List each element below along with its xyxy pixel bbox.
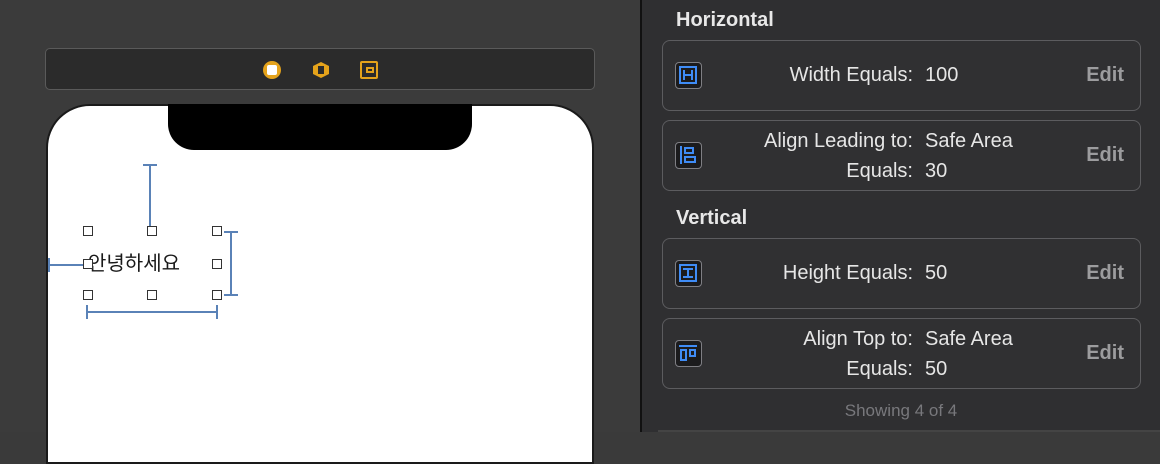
selected-label[interactable]: 안녕하세요 bbox=[88, 250, 220, 278]
edit-height-button[interactable]: Edit bbox=[1086, 262, 1124, 285]
width-constraint-cap-right bbox=[216, 305, 218, 319]
constraint-label: Align Top to: bbox=[803, 328, 913, 350]
device-notch bbox=[168, 104, 472, 150]
constraint-card-top[interactable]: Align Top to: Safe Area Equals: 50 Edit bbox=[662, 318, 1141, 389]
resize-handle-left[interactable] bbox=[83, 259, 93, 269]
constraint-value: 50 bbox=[925, 262, 948, 284]
resize-handle-top-left[interactable] bbox=[83, 226, 93, 236]
resize-handle-top-right[interactable] bbox=[212, 226, 222, 236]
first-responder-icon[interactable] bbox=[312, 61, 330, 79]
vertical-section-title: Vertical bbox=[676, 207, 748, 229]
view-controller-icon[interactable] bbox=[263, 61, 281, 79]
constraint-card-height[interactable]: Height Equals: 50 Edit bbox=[662, 238, 1141, 309]
constraints-count: Showing 4 of 4 bbox=[844, 401, 958, 420]
constraint-label: Width Equals: bbox=[789, 64, 913, 86]
leading-constraint-cap bbox=[48, 258, 50, 272]
resize-handle-bottom[interactable] bbox=[147, 290, 157, 300]
exit-icon[interactable] bbox=[360, 61, 378, 79]
width-constraint-line[interactable] bbox=[87, 311, 217, 313]
resize-handle-bottom-right[interactable] bbox=[212, 290, 222, 300]
leading-constraint-line[interactable] bbox=[48, 264, 88, 266]
resize-handle-top[interactable] bbox=[147, 226, 157, 236]
top-constraint-line[interactable] bbox=[149, 165, 151, 231]
height-constraint-cap-top bbox=[224, 231, 238, 233]
device-frame bbox=[46, 104, 594, 464]
scene-dock bbox=[45, 48, 595, 90]
storyboard-canvas[interactable]: 안녕하세요 bbox=[0, 0, 640, 464]
height-constraint-cap-bottom bbox=[224, 294, 238, 296]
constraint-card-width[interactable]: Width Equals: 100 Edit bbox=[662, 40, 1141, 111]
top-constraint-cap bbox=[143, 164, 157, 166]
constraint-card-leading[interactable]: Align Leading to: Safe Area Equals: 30 E… bbox=[662, 120, 1141, 191]
constraint-target: Safe Area bbox=[925, 130, 1013, 152]
constraint-equals-label: Equals: bbox=[846, 358, 913, 380]
constraint-equals-label: Equals: bbox=[846, 160, 913, 182]
constraint-label: Align Leading to: bbox=[763, 130, 913, 152]
height-constraint-line[interactable] bbox=[230, 231, 232, 295]
constraint-label: Height Equals: bbox=[782, 262, 913, 284]
constraint-value: 100 bbox=[925, 64, 959, 86]
edit-top-button[interactable]: Edit bbox=[1086, 342, 1124, 365]
resize-handle-bottom-left[interactable] bbox=[83, 290, 93, 300]
width-constraint-cap-left bbox=[86, 305, 88, 319]
constraint-target: Safe Area bbox=[925, 328, 1013, 350]
edit-leading-button[interactable]: Edit bbox=[1086, 144, 1124, 167]
size-inspector: Horizontal Width Equals: 100 Edit Align … bbox=[642, 0, 1160, 432]
resize-handle-right[interactable] bbox=[212, 259, 222, 269]
horizontal-section-title: Horizontal bbox=[676, 9, 774, 31]
constraint-value: 50 bbox=[925, 358, 948, 380]
edit-width-button[interactable]: Edit bbox=[1086, 64, 1124, 87]
constraint-value: 30 bbox=[925, 160, 948, 182]
